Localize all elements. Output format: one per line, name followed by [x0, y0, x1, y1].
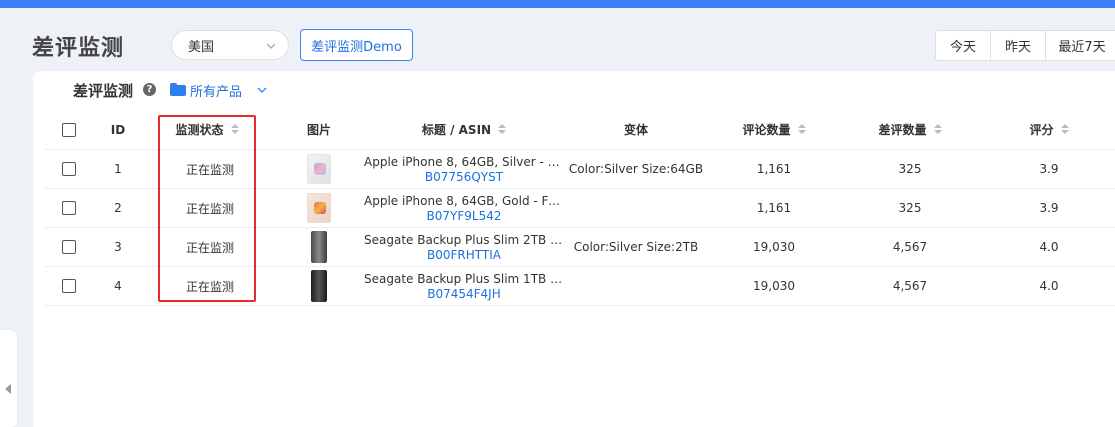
row-checkbox-cell: [62, 150, 76, 188]
product-image: [307, 189, 331, 227]
col-variant: 变体: [623, 123, 648, 137]
product-title[interactable]: Seagate Backup Plus Slim 1TB External Ha…: [364, 272, 564, 286]
col-id: ID: [110, 122, 126, 137]
row-negative: 325: [898, 201, 922, 215]
hard-drive-image: [311, 231, 327, 263]
col-reviews-label: 评论数量: [742, 123, 791, 137]
asin-link[interactable]: B07YF9L542: [427, 209, 502, 223]
sort-icon[interactable]: [498, 124, 507, 135]
col-image: 图片: [306, 123, 331, 137]
row-checkbox-cell: [62, 189, 76, 227]
col-title-label: 标题 / ASIN: [421, 123, 492, 137]
row-checkbox-cell: [62, 228, 76, 266]
row-title-asin: Seagate Backup Plus Slim 1TB External Ha…: [362, 267, 566, 305]
col-rating-label: 评分: [1029, 123, 1054, 137]
date-range-group: 今天 昨天 最近7天: [935, 30, 1115, 61]
row-variant: [566, 189, 706, 227]
hard-drive-image: [311, 270, 327, 302]
row-rating: 3.9: [1039, 201, 1059, 215]
row-rating: 3.9: [1039, 162, 1059, 176]
row-title-asin: Apple iPhone 8, 64GB, Gold - For AT&T / …: [362, 189, 566, 227]
country-select[interactable]: 美国: [171, 30, 289, 60]
col-reviews[interactable]: 评论数量: [714, 110, 834, 149]
row-id: 2: [114, 201, 122, 215]
product-filter[interactable]: 所有产品: [190, 81, 242, 100]
row-reviews: 19,030: [753, 240, 795, 254]
row-reviews: 1,161: [756, 201, 792, 215]
product-title[interactable]: Apple iPhone 8, 64GB, Gold - For AT&T / …: [364, 194, 564, 208]
row-id: 4: [114, 279, 122, 293]
col-negative[interactable]: 差评数量: [850, 110, 970, 149]
row-variant: [566, 267, 706, 305]
row-id: 1: [114, 162, 122, 176]
country-select-value: 美国: [188, 39, 215, 55]
sort-icon[interactable]: [797, 124, 806, 135]
sort-icon[interactable]: [933, 124, 942, 135]
select-all-checkbox[interactable]: [62, 122, 76, 137]
row-title-asin: Seagate Backup Plus Slim 2TB External Ha…: [362, 228, 566, 266]
col-title[interactable]: 标题 / ASIN: [364, 110, 564, 149]
row-checkbox[interactable]: [62, 162, 76, 176]
asin-link[interactable]: B07454F4JH: [427, 287, 501, 301]
section-title: 差评监测: [73, 82, 134, 100]
date-yesterday-button[interactable]: 昨天: [991, 31, 1046, 60]
folder-icon: [170, 83, 186, 96]
select-all-checkbox-cell: [62, 110, 76, 149]
row-variant: Color:Silver Size:2TB: [573, 240, 699, 254]
row-negative: 4,567: [892, 279, 928, 293]
row-reviews: 19,030: [753, 279, 795, 293]
row-reviews: 1,161: [756, 162, 792, 176]
iphone-gold-image: [307, 193, 331, 223]
chevron-down-icon[interactable]: [256, 84, 268, 96]
col-rating[interactable]: 评分: [1004, 110, 1094, 149]
sort-icon[interactable]: [1060, 124, 1069, 135]
row-checkbox[interactable]: [62, 201, 76, 215]
page-title: 差评监测: [32, 36, 125, 61]
product-title[interactable]: Seagate Backup Plus Slim 2TB External Ha…: [364, 233, 564, 247]
collapse-arrow-icon: [5, 384, 11, 394]
row-negative: 325: [898, 162, 922, 176]
row-rating: 4.0: [1039, 279, 1059, 293]
product-image: [311, 267, 327, 305]
help-icon[interactable]: ?: [143, 83, 156, 96]
demo-button[interactable]: 差评监测Demo: [300, 29, 413, 61]
row-title-asin: Apple iPhone 8, 64GB, Silver - Fully Unl…: [362, 150, 566, 188]
row-checkbox[interactable]: [62, 240, 76, 254]
col-negative-label: 差评数量: [878, 123, 927, 137]
product-image: [311, 228, 327, 266]
row-variant: Color:Silver Size:64GB: [568, 162, 704, 176]
asin-link[interactable]: B00FRHTTIA: [427, 248, 501, 262]
iphone-silver-image: [307, 154, 331, 184]
row-id: 3: [114, 240, 122, 254]
product-title[interactable]: Apple iPhone 8, 64GB, Silver - Fully Unl…: [364, 155, 564, 169]
product-image: [307, 150, 331, 188]
status-column-highlight: [158, 115, 256, 302]
top-accent-bar: [0, 0, 1115, 8]
row-checkbox[interactable]: [62, 279, 76, 293]
date-last7-button[interactable]: 最近7天: [1046, 31, 1115, 60]
row-rating: 4.0: [1039, 240, 1059, 254]
asin-link[interactable]: B07756QYST: [425, 170, 503, 184]
chevron-down-icon: [266, 43, 276, 49]
row-checkbox-cell: [62, 267, 76, 305]
row-negative: 4,567: [892, 240, 928, 254]
date-today-button[interactable]: 今天: [936, 31, 991, 60]
sidebar-collapse-handle[interactable]: [0, 330, 17, 427]
